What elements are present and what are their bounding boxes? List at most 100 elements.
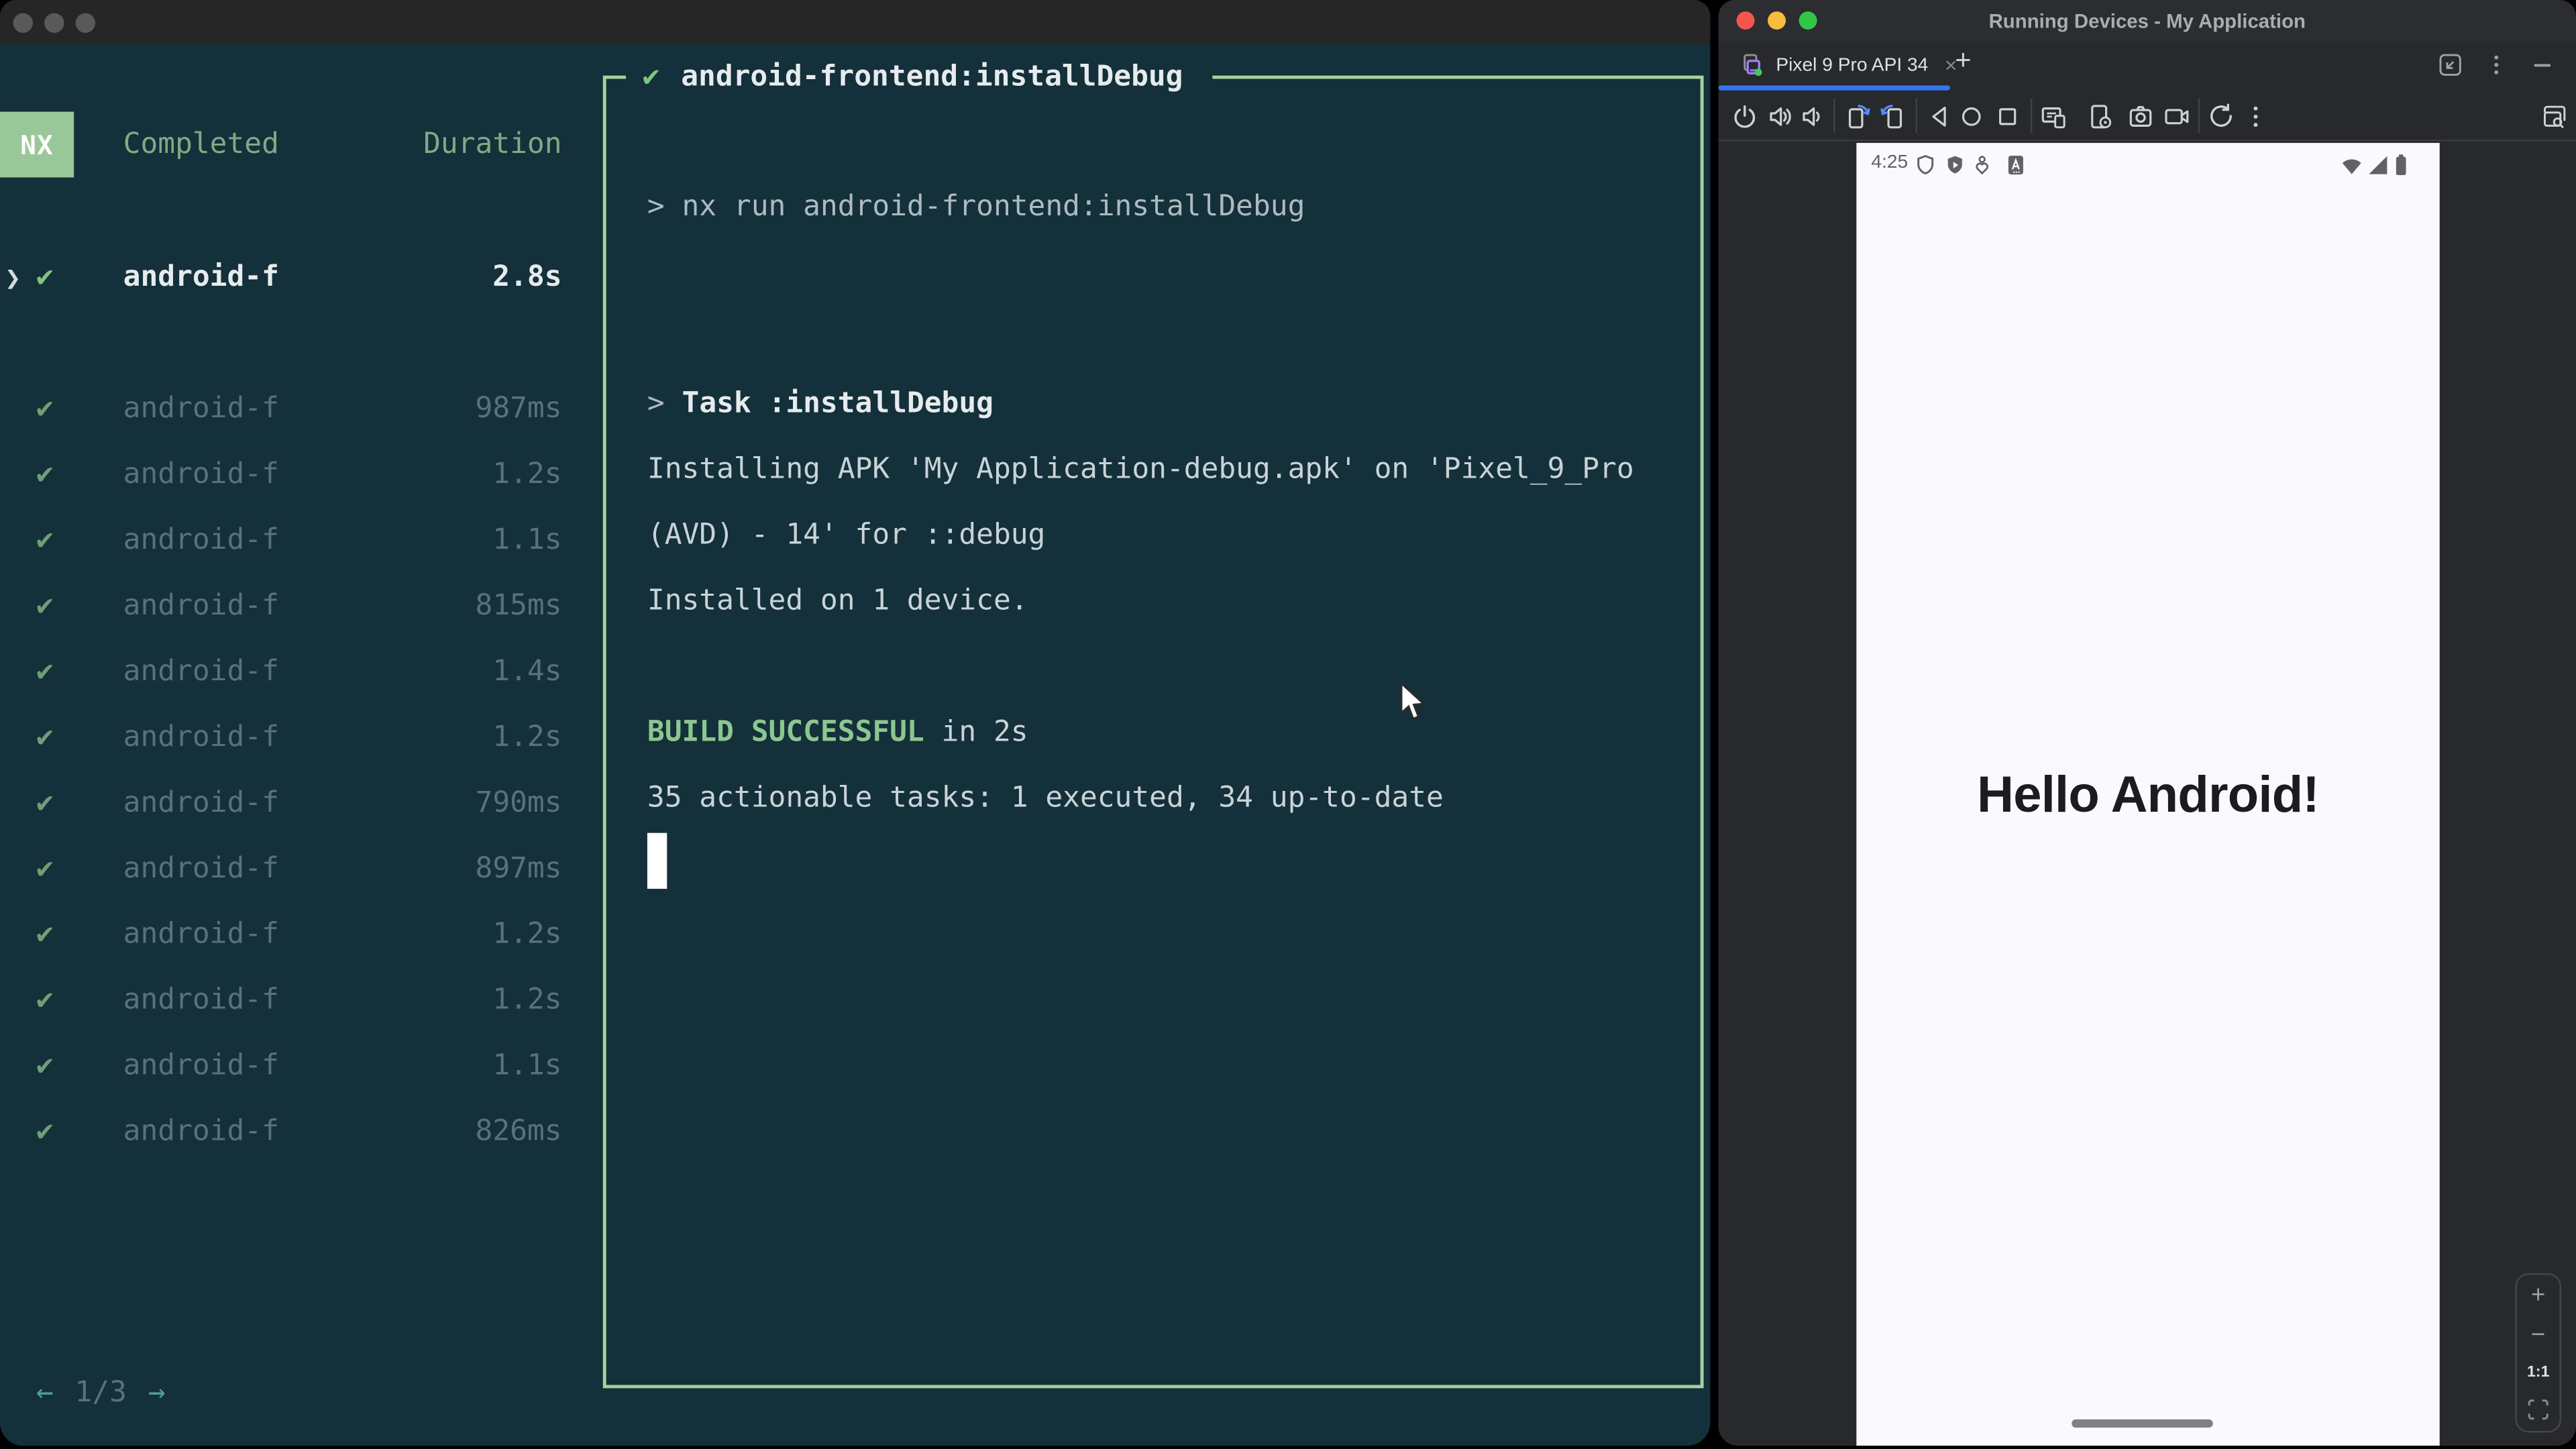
power-icon[interactable] (1730, 102, 1760, 131)
check-icon: ✔ (642, 60, 660, 94)
window-title: Running Devices - My Application (1988, 9, 2306, 32)
previous-page-button[interactable]: ← (36, 1377, 54, 1409)
task-duration: 1.2s (492, 458, 562, 492)
zoom-and-pan-icon[interactable] (2540, 102, 2569, 131)
zoom-window-icon[interactable] (75, 12, 96, 32)
task-output-title: ✔ android-frontend:installDebug (626, 54, 1213, 101)
task-duration: 1.2s (492, 721, 562, 755)
duration-column-header: Duration (423, 128, 562, 162)
minimize-window-icon[interactable] (44, 12, 64, 32)
task-duration: 1.4s (492, 655, 562, 689)
shield-icon (1917, 155, 1934, 175)
device-settings-icon[interactable] (2085, 102, 2114, 131)
cellular-icon (2369, 156, 2387, 174)
tab-label: Pixel 9 Pro API 34 (1776, 55, 1929, 75)
close-window-icon[interactable] (13, 12, 33, 32)
record-screen-icon[interactable] (2162, 102, 2192, 131)
task-row[interactable]: ✔ android-f 826ms (0, 1099, 575, 1165)
terminal-titlebar[interactable] (0, 0, 1711, 45)
home-icon[interactable] (1957, 102, 1986, 131)
volume-down-icon[interactable] (1797, 102, 1827, 131)
task-row-selected[interactable]: ❯ ✔ android-f 2.8s (0, 245, 575, 311)
zoom-window-icon[interactable] (1799, 11, 1817, 30)
back-icon[interactable] (1925, 102, 1955, 131)
task-row[interactable]: ✔ android-f 1.4s (0, 639, 575, 705)
task-row[interactable]: ✔ android-f 987ms (0, 376, 575, 442)
assistant-icon (1976, 156, 1989, 175)
reset-icon[interactable] (2206, 102, 2236, 131)
rotate-left-icon[interactable] (1843, 102, 1873, 131)
snapshots-icon[interactable] (2039, 102, 2068, 131)
check-icon: ✔ (36, 1049, 54, 1083)
task-duration: 897ms (475, 853, 562, 886)
running-devices-window: Running Devices - My Application Pixel 9… (1718, 0, 2576, 1446)
more-options-icon[interactable] (2241, 102, 2270, 131)
zoom-controls: + − 1:1 (2515, 1273, 2561, 1433)
float-window-icon[interactable] (2438, 52, 2463, 77)
take-screenshot-icon[interactable] (2126, 102, 2155, 131)
rotate-right-icon[interactable] (1878, 102, 1907, 131)
task-name: android-f (123, 1049, 279, 1083)
task-name: android-f (123, 721, 279, 755)
task-row[interactable]: ✔ android-f 1.2s (0, 705, 575, 771)
device-tabbar: Pixel 9 Pro API 34 × + (1718, 41, 2576, 92)
close-window-icon[interactable] (1736, 11, 1755, 30)
task-duration: 826ms (475, 1115, 562, 1148)
page-indicator: 1/3 (74, 1377, 127, 1410)
zoom-out-button[interactable]: − (2531, 1322, 2545, 1347)
overview-icon[interactable] (1993, 102, 2023, 131)
more-vertical-icon[interactable] (2484, 52, 2509, 77)
minimize-window-icon[interactable] (1768, 11, 1786, 30)
task-name: android-f (123, 853, 279, 886)
task-row[interactable]: ✔ android-f 1.1s (0, 508, 575, 574)
studio-titlebar[interactable]: Running Devices - My Application (1718, 0, 2576, 42)
task-row[interactable]: ✔ android-f 790ms (0, 771, 575, 837)
check-icon: ✔ (36, 458, 54, 492)
task-name: android-f (123, 524, 279, 557)
next-page-button[interactable]: → (148, 1377, 166, 1409)
status-bar-time: 4:25 (1871, 152, 1909, 173)
actual-size-button[interactable]: 1:1 (2527, 1364, 2550, 1382)
mouse-cursor (1400, 682, 1426, 720)
volume-up-icon[interactable] (1766, 102, 1796, 131)
output-line: 35 actionable tasks: 1 executed, 34 up-t… (647, 782, 1444, 815)
task-duration: 1.2s (492, 983, 562, 1017)
check-icon: ✔ (36, 261, 54, 294)
completed-column-header: Completed (123, 128, 279, 162)
tab-pixel-9-pro-api-34[interactable]: Pixel 9 Pro API 34 × (1719, 41, 1957, 89)
add-device-tab-button[interactable]: + (1955, 44, 1971, 77)
task-row[interactable]: ✔ android-f 1.2s (0, 442, 575, 508)
output-line: Installed on 1 device. (647, 584, 1028, 618)
navigation-handle[interactable] (2072, 1419, 2213, 1428)
task-row[interactable]: ✔ android-f 897ms (0, 837, 575, 902)
task-duration: 2.8s (492, 261, 562, 294)
task-row[interactable]: ✔ android-f 1.2s (0, 902, 575, 967)
shield-play-icon (1947, 156, 1962, 174)
check-icon: ✔ (36, 590, 54, 623)
task-name: android-f (123, 918, 279, 951)
task-duration: 1.2s (492, 918, 562, 951)
task-row[interactable]: ✔ android-f 1.1s (0, 1033, 575, 1099)
phone-device-icon (1743, 54, 1762, 76)
task-name: android-f (123, 590, 279, 623)
task-output-panel: ✔ android-frontend:installDebug > nx run… (602, 54, 1704, 1389)
wifi-icon (2342, 159, 2361, 174)
task-row[interactable]: ✔ android-f 815ms (0, 574, 575, 639)
device-screen[interactable]: 4:25 Hello Android! (1856, 143, 2440, 1446)
task-duration: 1.1s (492, 524, 562, 557)
task-list-pagination: ← 1/3 → (0, 1360, 166, 1426)
task-name: android-f (123, 458, 279, 492)
task-duration: 987ms (475, 392, 562, 426)
nx-tui: NX Completed Duration ❯ ✔ android-f 2.8s… (0, 44, 1710, 1446)
zoom-in-button[interactable]: + (2531, 1283, 2545, 1308)
task-row[interactable]: ✔ android-f 1.2s (0, 967, 575, 1033)
terminal-output[interactable]: > nx run android-frontend:installDebug > … (647, 174, 1690, 898)
task-list-header: Completed Duration (0, 112, 575, 178)
check-icon: ✔ (36, 524, 54, 557)
selected-chevron-icon: ❯ (5, 262, 21, 294)
desktop: NX Completed Duration ❯ ✔ android-f 2.8s… (0, 0, 2576, 1449)
fit-screen-icon[interactable] (2527, 1398, 2550, 1421)
task-duration: 790ms (475, 787, 562, 820)
hide-icon[interactable] (2530, 52, 2555, 77)
